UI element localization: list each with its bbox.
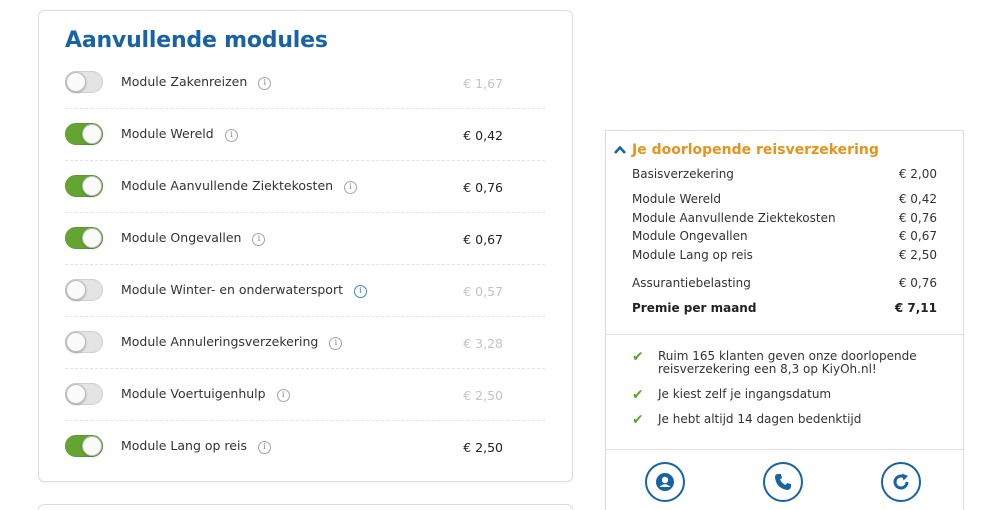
phone-icon (775, 474, 791, 490)
module-label: Module Lang op reis (121, 438, 247, 453)
modules-title: Aanvullende modules (65, 28, 328, 53)
info-icon[interactable]: i (257, 441, 271, 454)
total-value: € 7,11 (894, 301, 937, 315)
summary-label: Module Wereld (632, 192, 721, 206)
summary-label: Module Lang op reis (632, 247, 753, 262)
summary-label: Basisverzekering (632, 167, 734, 181)
refresh-icon (893, 473, 909, 490)
divider (606, 334, 963, 335)
usp-text: Je hebt altijd 14 dagen bedenktijd (658, 412, 862, 426)
info-icon[interactable]: i (252, 233, 266, 246)
summary-value: € 0,76 (898, 276, 937, 290)
summary-value: € 2,00 (898, 167, 937, 181)
usp-text: Ruim 165 klanten geven onze doorlopende … (658, 349, 917, 376)
call-button[interactable] (763, 462, 803, 502)
modules-card: Aanvullende modules Module Zakenreizen i … (38, 10, 573, 482)
check-icon: ✔ (632, 412, 644, 428)
summary-tax: Assurantiebelasting € 0,76 (632, 276, 937, 295)
toggle-knob (66, 72, 86, 92)
module-row-zakenreizen: Module Zakenreizen i € 1,67 (65, 57, 545, 109)
module-label: Module Voertuigenhulp (121, 386, 266, 401)
summary-modules: Module Wereld € 0,42 Module Aanvullende Z… (632, 192, 937, 266)
module-label: Module Wereld (121, 126, 214, 141)
module-price: € 2,50 (463, 440, 503, 455)
summary-total: Premie per maand € 7,11 (632, 301, 937, 320)
toggle-wintersport[interactable] (65, 279, 103, 301)
total-label: Premie per maand (632, 301, 757, 315)
module-price: € 1,67 (463, 76, 503, 91)
module-label: Module Ongevallen (121, 230, 242, 245)
summary-value: € 2,50 (898, 247, 937, 262)
module-label: Module Winter- en onderwatersport (121, 282, 343, 297)
module-price: € 0,42 (463, 128, 503, 143)
module-row-wereld: Module Wereld i € 0,42 (65, 109, 545, 161)
usp-item: ✔ Je kiest zelf je ingangsdatum (632, 387, 942, 403)
module-price: € 2,50 (463, 388, 503, 403)
info-icon[interactable]: i (224, 129, 238, 142)
toggle-knob (66, 332, 86, 352)
toggle-knob (82, 436, 102, 456)
toggle-knob (82, 228, 102, 248)
usp-item: ✔ Je hebt altijd 14 dagen bedenktijd (632, 412, 942, 428)
summary-value: € 0,76 (898, 210, 937, 225)
summary-value: € 0,67 (898, 229, 937, 243)
module-row-annulering: Module Annuleringsverzekering i € 3,28 (65, 317, 545, 369)
summary-label: Module Aanvullende Ziektekosten (632, 210, 836, 225)
toggle-knob (66, 384, 86, 404)
module-row-wintersport: Module Winter- en onderwatersport i € 0,5… (65, 265, 545, 317)
next-card (38, 504, 573, 510)
module-label: Module Aanvullende Ziektekosten (121, 178, 334, 193)
toggle-ziektekosten[interactable] (65, 175, 103, 197)
module-row-ongevallen: Module Ongevallen i € 0,67 (65, 213, 545, 265)
toggle-knob (82, 124, 102, 144)
module-price: € 3,28 (463, 336, 503, 351)
toggle-lang-op-reis[interactable] (65, 435, 103, 457)
toggle-wereld[interactable] (65, 123, 103, 145)
toggle-annulering[interactable] (65, 331, 103, 353)
summary-label: Assurantiebelasting (632, 276, 751, 290)
summary-toggle[interactable]: Je doorlopende reisverzekering (614, 142, 879, 158)
info-icon[interactable]: i (329, 337, 343, 350)
refresh-button[interactable] (881, 462, 921, 502)
module-row-lang-op-reis: Module Lang op reis i € 2,50 (65, 421, 545, 473)
summary-title: Je doorlopende reisverzekering (632, 142, 879, 158)
module-row-ziektekosten: Module Aanvullende Ziektekosten i € 0,76 (65, 161, 545, 213)
module-row-voertuigenhulp: Module Voertuigenhulp i € 2,50 (65, 369, 545, 421)
summary-value: € 0,42 (898, 192, 937, 206)
info-icon[interactable]: i (354, 285, 367, 298)
summary-panel: Je doorlopende reisverzekering Basisverz… (605, 130, 964, 510)
usp-text: Je kiest zelf je ingangsdatum (658, 387, 832, 401)
check-icon: ✔ (632, 387, 644, 403)
module-list: Module Zakenreizen i € 1,67 Module Wereld… (65, 57, 545, 473)
summary-base: Basisverzekering € 2,00 (632, 167, 937, 186)
check-icon: ✔ (632, 349, 644, 365)
toggle-voertuigenhulp[interactable] (65, 383, 103, 405)
module-price: € 0,67 (463, 232, 503, 247)
toggle-ongevallen[interactable] (65, 227, 103, 249)
info-icon[interactable]: i (276, 389, 290, 402)
chat-icon (656, 473, 674, 491)
module-label: Module Zakenreizen (121, 74, 248, 89)
module-price: € 0,57 (463, 284, 503, 299)
usp-item: ✔ Ruim 165 klanten geven onze doorlopende… (632, 350, 942, 376)
usp-list: ✔ Ruim 165 klanten geven onze doorlopende… (632, 350, 942, 438)
divider (606, 449, 963, 450)
toggle-zakenreizen[interactable] (65, 71, 103, 93)
chat-button[interactable] (645, 462, 685, 502)
info-icon[interactable]: i (344, 181, 358, 194)
info-icon[interactable]: i (258, 77, 272, 90)
toggle-knob (82, 176, 102, 196)
chevron-up-icon (614, 143, 630, 157)
module-price: € 0,76 (463, 180, 503, 195)
toggle-knob (66, 280, 86, 300)
summary-label: Module Ongevallen (632, 229, 748, 243)
module-label: Module Annuleringsverzekering (121, 334, 319, 349)
